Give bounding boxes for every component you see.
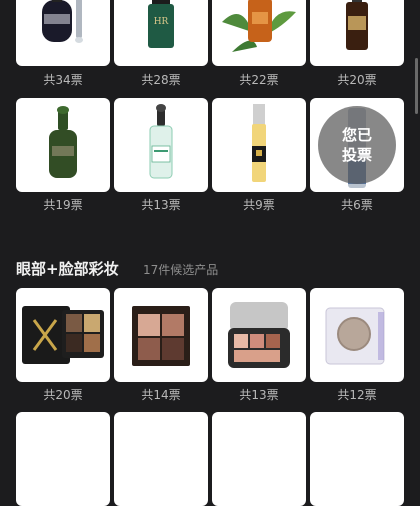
product-card-tomford-eyeshadow[interactable] [114,288,208,382]
voted-label-line-1: 您已 [341,126,372,144]
voted-label-line-2: 投票 [341,146,372,164]
skinceuticals-bottle-image [149,104,173,179]
vote-count: 共9票 [243,198,275,212]
product-card-amber[interactable] [212,0,306,66]
lancome-bottle-image [42,0,83,43]
lamer-bottle-image [49,106,77,178]
helena-bottle-image: HR [148,0,174,48]
esteelauder-bottle-image [346,0,368,50]
vote-count: 共22票 [239,73,279,87]
vote-count: 共19票 [43,198,83,212]
product-card-esteelauder[interactable] [310,0,404,66]
voted-badge: 您已 投票 [318,106,396,184]
product-card-lancome[interactable] [16,0,110,66]
vote-count: 共6票 [341,198,373,212]
product-card-ysl-eyeshadow[interactable] [16,288,110,382]
section-title: 眼部+脸部彩妆 [16,260,119,278]
vote-count: 共12票 [337,388,377,402]
product-card-ysl[interactable] [212,98,306,192]
tomford-palette-image [132,306,190,366]
product-card-next[interactable] [310,412,404,506]
vote-count: 共20票 [337,73,377,87]
section-subtitle: 17件候选产品 [143,263,219,277]
product-card-skinceuticals[interactable] [114,98,208,192]
chanel-palette-image [228,302,290,368]
product-card-lamer[interactable] [16,98,110,192]
svg-text:HR: HR [154,17,169,27]
product-card-next[interactable] [16,412,110,506]
vote-count: 共34票 [43,73,83,87]
scrollbar[interactable] [415,58,418,114]
vote-count: 共14票 [141,388,181,402]
vote-count: 共13票 [141,198,181,212]
product-card-chanel-eyeshadow[interactable] [212,288,306,382]
ysl-bottle-image [252,104,266,182]
product-card-clinique[interactable]: 您已 投票 [310,98,404,192]
vote-count: 共28票 [141,73,181,87]
vote-count: 共20票 [43,388,83,402]
product-card-next[interactable] [114,412,208,506]
urbandecay-palette-image [325,307,385,365]
product-card-next[interactable] [212,412,306,506]
vote-count: 共13票 [239,388,279,402]
amber-bottle-image [222,0,296,52]
product-card-helena[interactable]: HR [114,0,208,66]
product-card-urbandecay-eyeshadow[interactable] [310,288,404,382]
ysl-palette-image [22,306,104,364]
